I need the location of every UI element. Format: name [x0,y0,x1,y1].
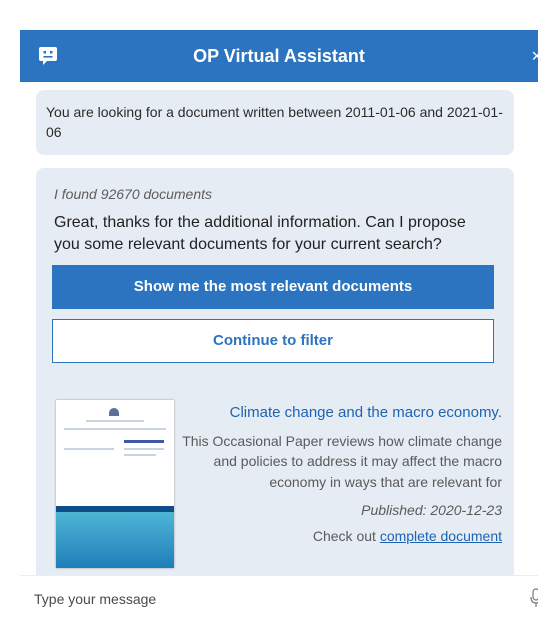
check-out-prefix: Check out [312,527,380,544]
thumbnail-title-bar [124,440,164,443]
document-summary: This Occasional Paper reviews how climat… [182,433,502,490]
criteria-message: You are looking for a document written b… [36,90,514,155]
bot-question-text: Great, thanks for the additional informa… [54,214,466,253]
thumbnail-line [64,428,166,430]
thumbnail-line [86,420,144,422]
document-title[interactable]: Climate change and the macro economy. [182,404,502,421]
document-check-line: Check out complete document [182,528,502,544]
complete-document-link[interactable]: complete document [380,528,502,544]
header-title: OP Virtual Assistant [193,46,365,66]
thumbnail-wave [56,512,174,568]
show-relevant-documents-button[interactable]: Show me the most relevant documents [52,265,494,310]
thumbnail-line [124,448,164,450]
thumbnail-line [124,454,156,456]
chat-window: OP Virtual Assistant × You are looking f… [20,0,538,620]
criteria-text: You are looking for a document written b… [46,104,503,141]
document-published-date: Published: 2020-12-23 [361,501,502,518]
chat-header: OP Virtual Assistant × [20,30,538,82]
document-info: Climate change and the macro economy. Th… [182,404,502,544]
microphone-icon[interactable] [530,588,538,608]
message-input-bar [20,575,538,620]
document-card: Climate change and the macro economy. Th… [36,382,514,575]
document-thumbnail[interactable] [56,400,174,568]
close-icon[interactable]: × [531,30,538,82]
message-list[interactable]: You are looking for a document written b… [20,82,538,575]
message-input[interactable] [20,576,500,620]
continue-to-filter-button[interactable]: Continue to filter [52,319,494,364]
found-count-text: I found 92670 documents [54,186,213,202]
thumbnail-logo-icon [109,408,119,416]
thumbnail-line [64,448,114,450]
